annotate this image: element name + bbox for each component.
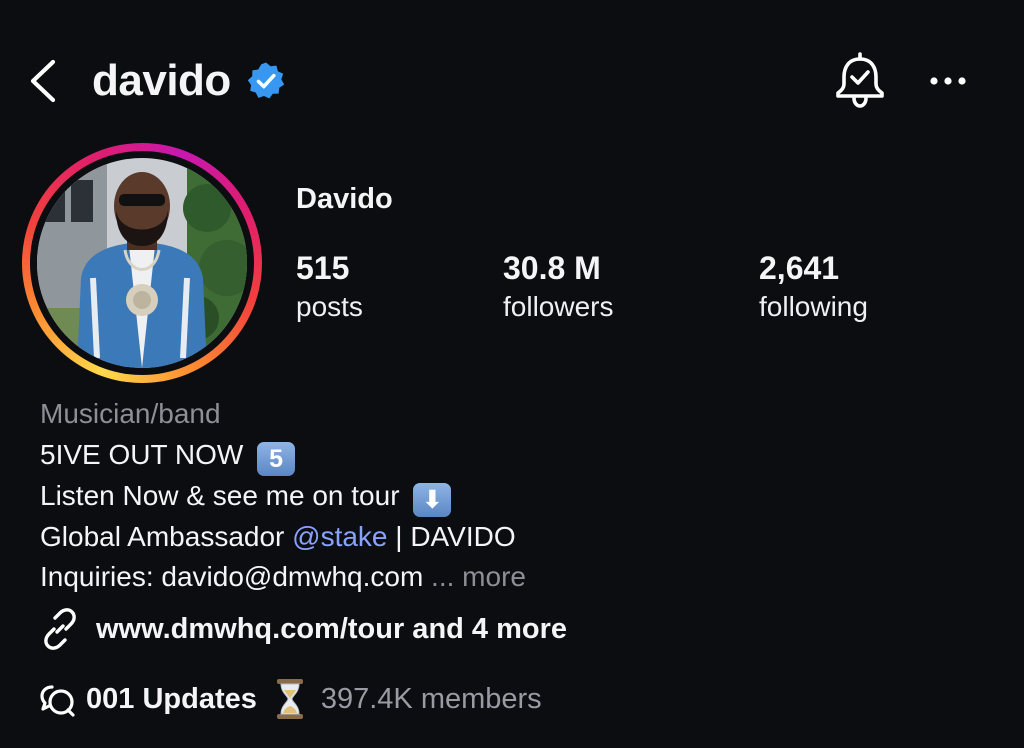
bio-line-4: Inquiries: davido@dmwhq.com ... more	[40, 557, 526, 598]
channel-updates: 001 Updates	[86, 683, 257, 715]
verified-badge-icon	[247, 62, 285, 99]
channel-members: 397.4K members	[320, 683, 542, 715]
broadcast-channel-row[interactable]: 001 Updates 397.4K members	[38, 676, 542, 722]
bio-line-3: Global Ambassador @stake | DAVIDO	[40, 517, 526, 558]
bio-line-2-text: Listen Now & see me on tour	[40, 479, 400, 511]
profile-username: davido	[92, 56, 231, 105]
stake-mention-link[interactable]: @stake	[292, 521, 387, 552]
bell-check-icon	[836, 52, 884, 108]
bio-line-3-suffix: | DAVIDO	[395, 520, 516, 552]
down-arrow-emoji: ⬇	[413, 482, 452, 517]
links-text: www.dmwhq.com/tour and 4 more	[96, 613, 568, 645]
bio-category: Musician/band	[40, 398, 221, 429]
avatar-frame	[30, 151, 254, 375]
following-label: following	[759, 291, 868, 322]
bio-ellipsis: ...	[431, 561, 455, 592]
posts-label: posts	[296, 291, 363, 322]
profile-photo	[37, 158, 247, 368]
broadcast-channel-icon	[40, 685, 75, 717]
link-icon	[44, 608, 76, 650]
followers-count: 30.8 M	[503, 250, 601, 286]
following-count: 2,641	[759, 250, 840, 286]
keycap-five-emoji: 5	[257, 441, 296, 476]
followers-label: followers	[503, 291, 614, 322]
posts-count: 515	[296, 250, 350, 286]
bio-more-button[interactable]: more	[462, 561, 526, 592]
profile-bio: Musician/band 5IVE OUT NOW 5 Listen Now …	[40, 394, 526, 598]
notifications-button[interactable]	[832, 52, 888, 110]
following-stat[interactable]: 2,641 following	[759, 249, 868, 325]
hourglass-icon	[276, 679, 303, 719]
avatar	[37, 158, 247, 368]
profile-links[interactable]: www.dmwhq.com/tour and 4 more	[38, 607, 567, 651]
bio-line-4-text: Inquiries: davido@dmwhq.com	[40, 561, 424, 592]
followers-stat[interactable]: 30.8 M followers	[503, 249, 613, 325]
bio-line-3-prefix: Global Ambassador	[40, 520, 285, 552]
back-button[interactable]	[26, 58, 66, 104]
posts-stat[interactable]: 515 posts	[296, 249, 363, 325]
bio-line-2: Listen Now & see me on tour ⬇	[40, 476, 526, 517]
more-horizontal-icon	[930, 77, 966, 85]
story-ring[interactable]	[22, 143, 262, 383]
bio-line-1: 5IVE OUT NOW 5	[40, 435, 526, 476]
profile-page: davido Davido 515 posts 30.8 M followers…	[0, 0, 1024, 748]
bio-line-1-text: 5IVE OUT NOW	[40, 438, 244, 470]
more-options-button[interactable]	[924, 66, 972, 96]
chevron-left-icon	[30, 59, 56, 103]
display-name: Davido	[296, 183, 393, 215]
